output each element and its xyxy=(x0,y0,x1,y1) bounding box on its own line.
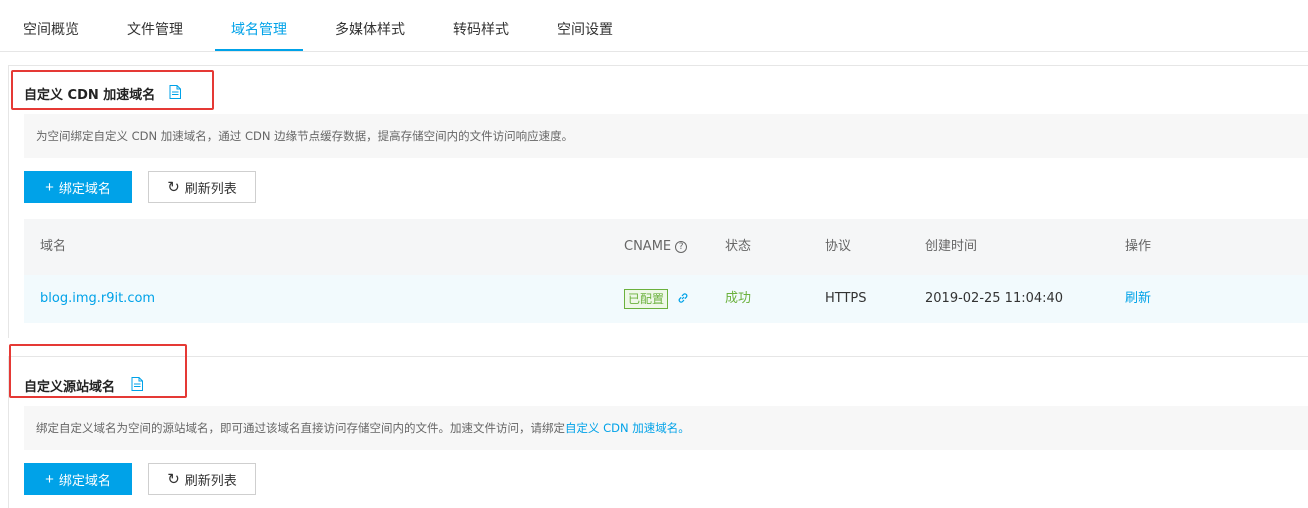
tab-bar: 空间概览 文件管理 域名管理 多媒体样式 转码样式 空间设置 xyxy=(0,0,1308,52)
origin-description-text: 绑定自定义域名为空间的源站域名，即可通过该域名直接访问存储空间内的文件。加速文件… xyxy=(36,421,565,435)
refresh-cdn-list-label: 刷新列表 xyxy=(184,180,237,196)
col-domain: 域名 xyxy=(40,239,67,254)
origin-description: 绑定自定义域名为空间的源站域名，即可通过该域名直接访问存储空间内的文件。加速文件… xyxy=(36,406,690,450)
col-protocol: 协议 xyxy=(825,239,852,254)
tab-media-styles[interactable]: 多媒体样式 xyxy=(335,0,405,52)
tab-space-overview[interactable]: 空间概览 xyxy=(23,0,79,52)
created-time-value: 2019-02-25 11:04:40 xyxy=(925,291,1064,306)
col-cname: CNAME? xyxy=(624,219,688,275)
bind-cdn-domain-label: 绑定域名 xyxy=(58,180,111,196)
plus-icon: + xyxy=(45,178,54,196)
protocol-value: HTTPS xyxy=(825,291,867,306)
tab-domain-management[interactable]: 域名管理 xyxy=(231,0,287,52)
col-action: 操作 xyxy=(1125,239,1152,254)
tab-space-settings[interactable]: 空间设置 xyxy=(557,0,613,52)
refresh-action-link[interactable]: 刷新 xyxy=(1125,275,1151,323)
help-icon[interactable]: ? xyxy=(675,240,688,253)
tab-transcode-styles[interactable]: 转码样式 xyxy=(453,0,509,52)
col-status: 状态 xyxy=(725,239,752,254)
status-value: 成功 xyxy=(725,291,752,306)
bind-origin-domain-button[interactable]: + 绑定域名 xyxy=(24,463,132,495)
plus-icon: + xyxy=(45,470,54,488)
refresh-cdn-list-button[interactable]: ↻ 刷新列表 xyxy=(148,171,256,203)
cdn-domain-link[interactable]: 自定义 CDN 加速域名。 xyxy=(565,421,690,435)
refresh-icon: ↻ xyxy=(167,470,180,488)
col-created-time: 创建时间 xyxy=(925,239,978,254)
cdn-description: 为空间绑定自定义 CDN 加速域名，通过 CDN 边缘节点缓存数据，提高存储空间… xyxy=(36,129,574,143)
cname-configured-badge: 已配置 xyxy=(624,289,669,309)
cdn-title-highlight-box xyxy=(11,70,214,110)
cdn-description-box: 为空间绑定自定义 CDN 加速域名，通过 CDN 边缘节点缓存数据，提高存储空间… xyxy=(24,114,1308,158)
refresh-origin-list-label: 刷新列表 xyxy=(184,472,237,488)
active-tab-indicator xyxy=(215,49,303,51)
link-icon[interactable] xyxy=(677,292,689,304)
cdn-table-header: 域名 CNAME? 状态 协议 创建时间 操作 xyxy=(24,219,1308,275)
refresh-icon: ↻ xyxy=(167,178,180,196)
origin-description-box: 绑定自定义域名为空间的源站域名，即可通过该域名直接访问存储空间内的文件。加速文件… xyxy=(24,406,1308,450)
tab-file-management[interactable]: 文件管理 xyxy=(127,0,183,52)
bind-cdn-domain-button[interactable]: + 绑定域名 xyxy=(24,171,132,203)
bind-origin-domain-label: 绑定域名 xyxy=(58,472,111,488)
origin-title-highlight-box xyxy=(9,344,187,398)
refresh-origin-list-button[interactable]: ↻ 刷新列表 xyxy=(148,463,256,495)
table-row: blog.img.r9it.com 已配置 成功 HTTPS 2019-02-2… xyxy=(24,275,1308,323)
domain-link[interactable]: blog.img.r9it.com xyxy=(40,275,155,323)
col-cname-label: CNAME xyxy=(624,239,672,254)
